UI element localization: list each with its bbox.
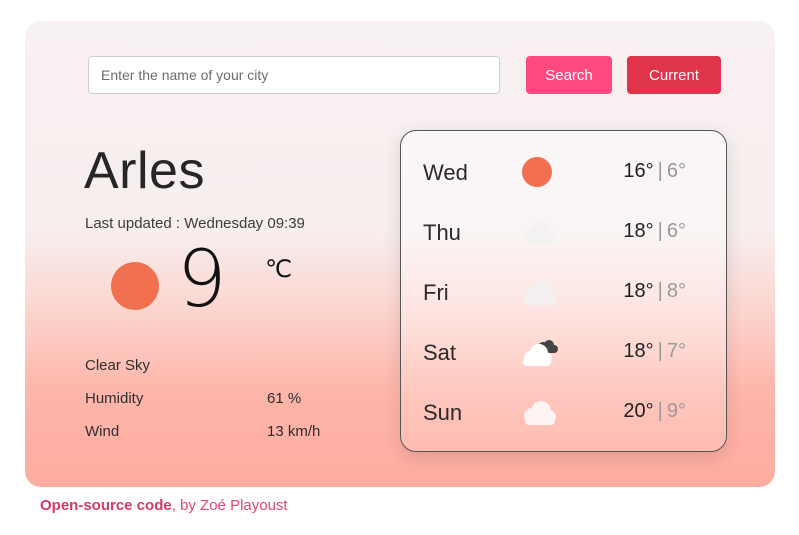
city-search-input[interactable] [88,56,500,94]
forecast-low: 8° [666,280,686,302]
forecast-high: 18° [623,280,654,302]
temperature-unit-toggle[interactable]: ℃ [265,255,292,283]
forecast-temps: 16° | 6° [623,160,686,183]
temp-separator: | [657,160,663,182]
sun-icon [522,157,552,187]
forecast-low: 9° [666,400,686,422]
forecast-temps: 20° | 9° [623,400,686,423]
temp-separator: | [657,220,663,242]
cloud-icon [524,401,556,425]
forecast-high: 20° [623,400,654,422]
wind-label: Wind [85,423,120,440]
weather-description: Clear Sky [85,357,151,374]
current-temperature: 9 [177,235,227,325]
open-source-link[interactable]: Open-source code [40,497,172,514]
broken-clouds-icon [523,340,558,366]
footer-author: , by Zoé Playoust [171,497,288,514]
footer-credit: Open-source code, by Zoé Playoust [40,497,288,514]
temp-separator: | [657,400,663,422]
forecast-row: Thu 18° | 6° [401,212,726,252]
forecast-low: 6° [666,160,686,182]
forecast-low: 6° [666,220,686,242]
humidity-value: 61 % [267,390,302,407]
forecast-high: 16° [623,160,654,182]
humidity-label: Humidity [85,390,144,407]
cloud-icon [524,221,556,245]
temp-separator: | [657,340,663,362]
forecast-high: 18° [623,220,654,242]
wind-value: 13 km/h [267,423,321,440]
forecast-day: Sun [423,400,463,425]
forecast-row: Sat 18° | 7° [401,332,726,372]
forecast-row: Wed 16° | 6° [401,152,726,192]
forecast-row: Sun 20° | 9° [401,392,726,432]
cloud-icon [524,281,556,305]
forecast-temps: 18° | 7° [623,340,686,363]
forecast-day: Thu [423,220,461,245]
forecast-temps: 18° | 6° [623,220,686,243]
forecast-temps: 18° | 8° [623,280,686,303]
sun-icon [111,262,159,310]
current-location-button[interactable]: Current [627,56,721,94]
forecast-day: Wed [423,160,468,185]
search-button[interactable]: Search [526,56,612,94]
forecast-row: Fri 18° | 8° [401,272,726,312]
forecast-day: Fri [423,280,449,305]
forecast-high: 18° [623,340,654,362]
weather-app-card: Search Current Arles Last updated : Wedn… [25,21,775,487]
temp-separator: | [657,280,663,302]
forecast-low: 7° [666,340,686,362]
city-name: Arles [84,142,205,200]
forecast-panel: Wed 16° | 6° Thu 18° | 6° Fri 18° | 8° S… [400,130,727,452]
forecast-day: Sat [423,340,457,365]
last-updated: Last updated : Wednesday 09:39 [85,215,305,232]
